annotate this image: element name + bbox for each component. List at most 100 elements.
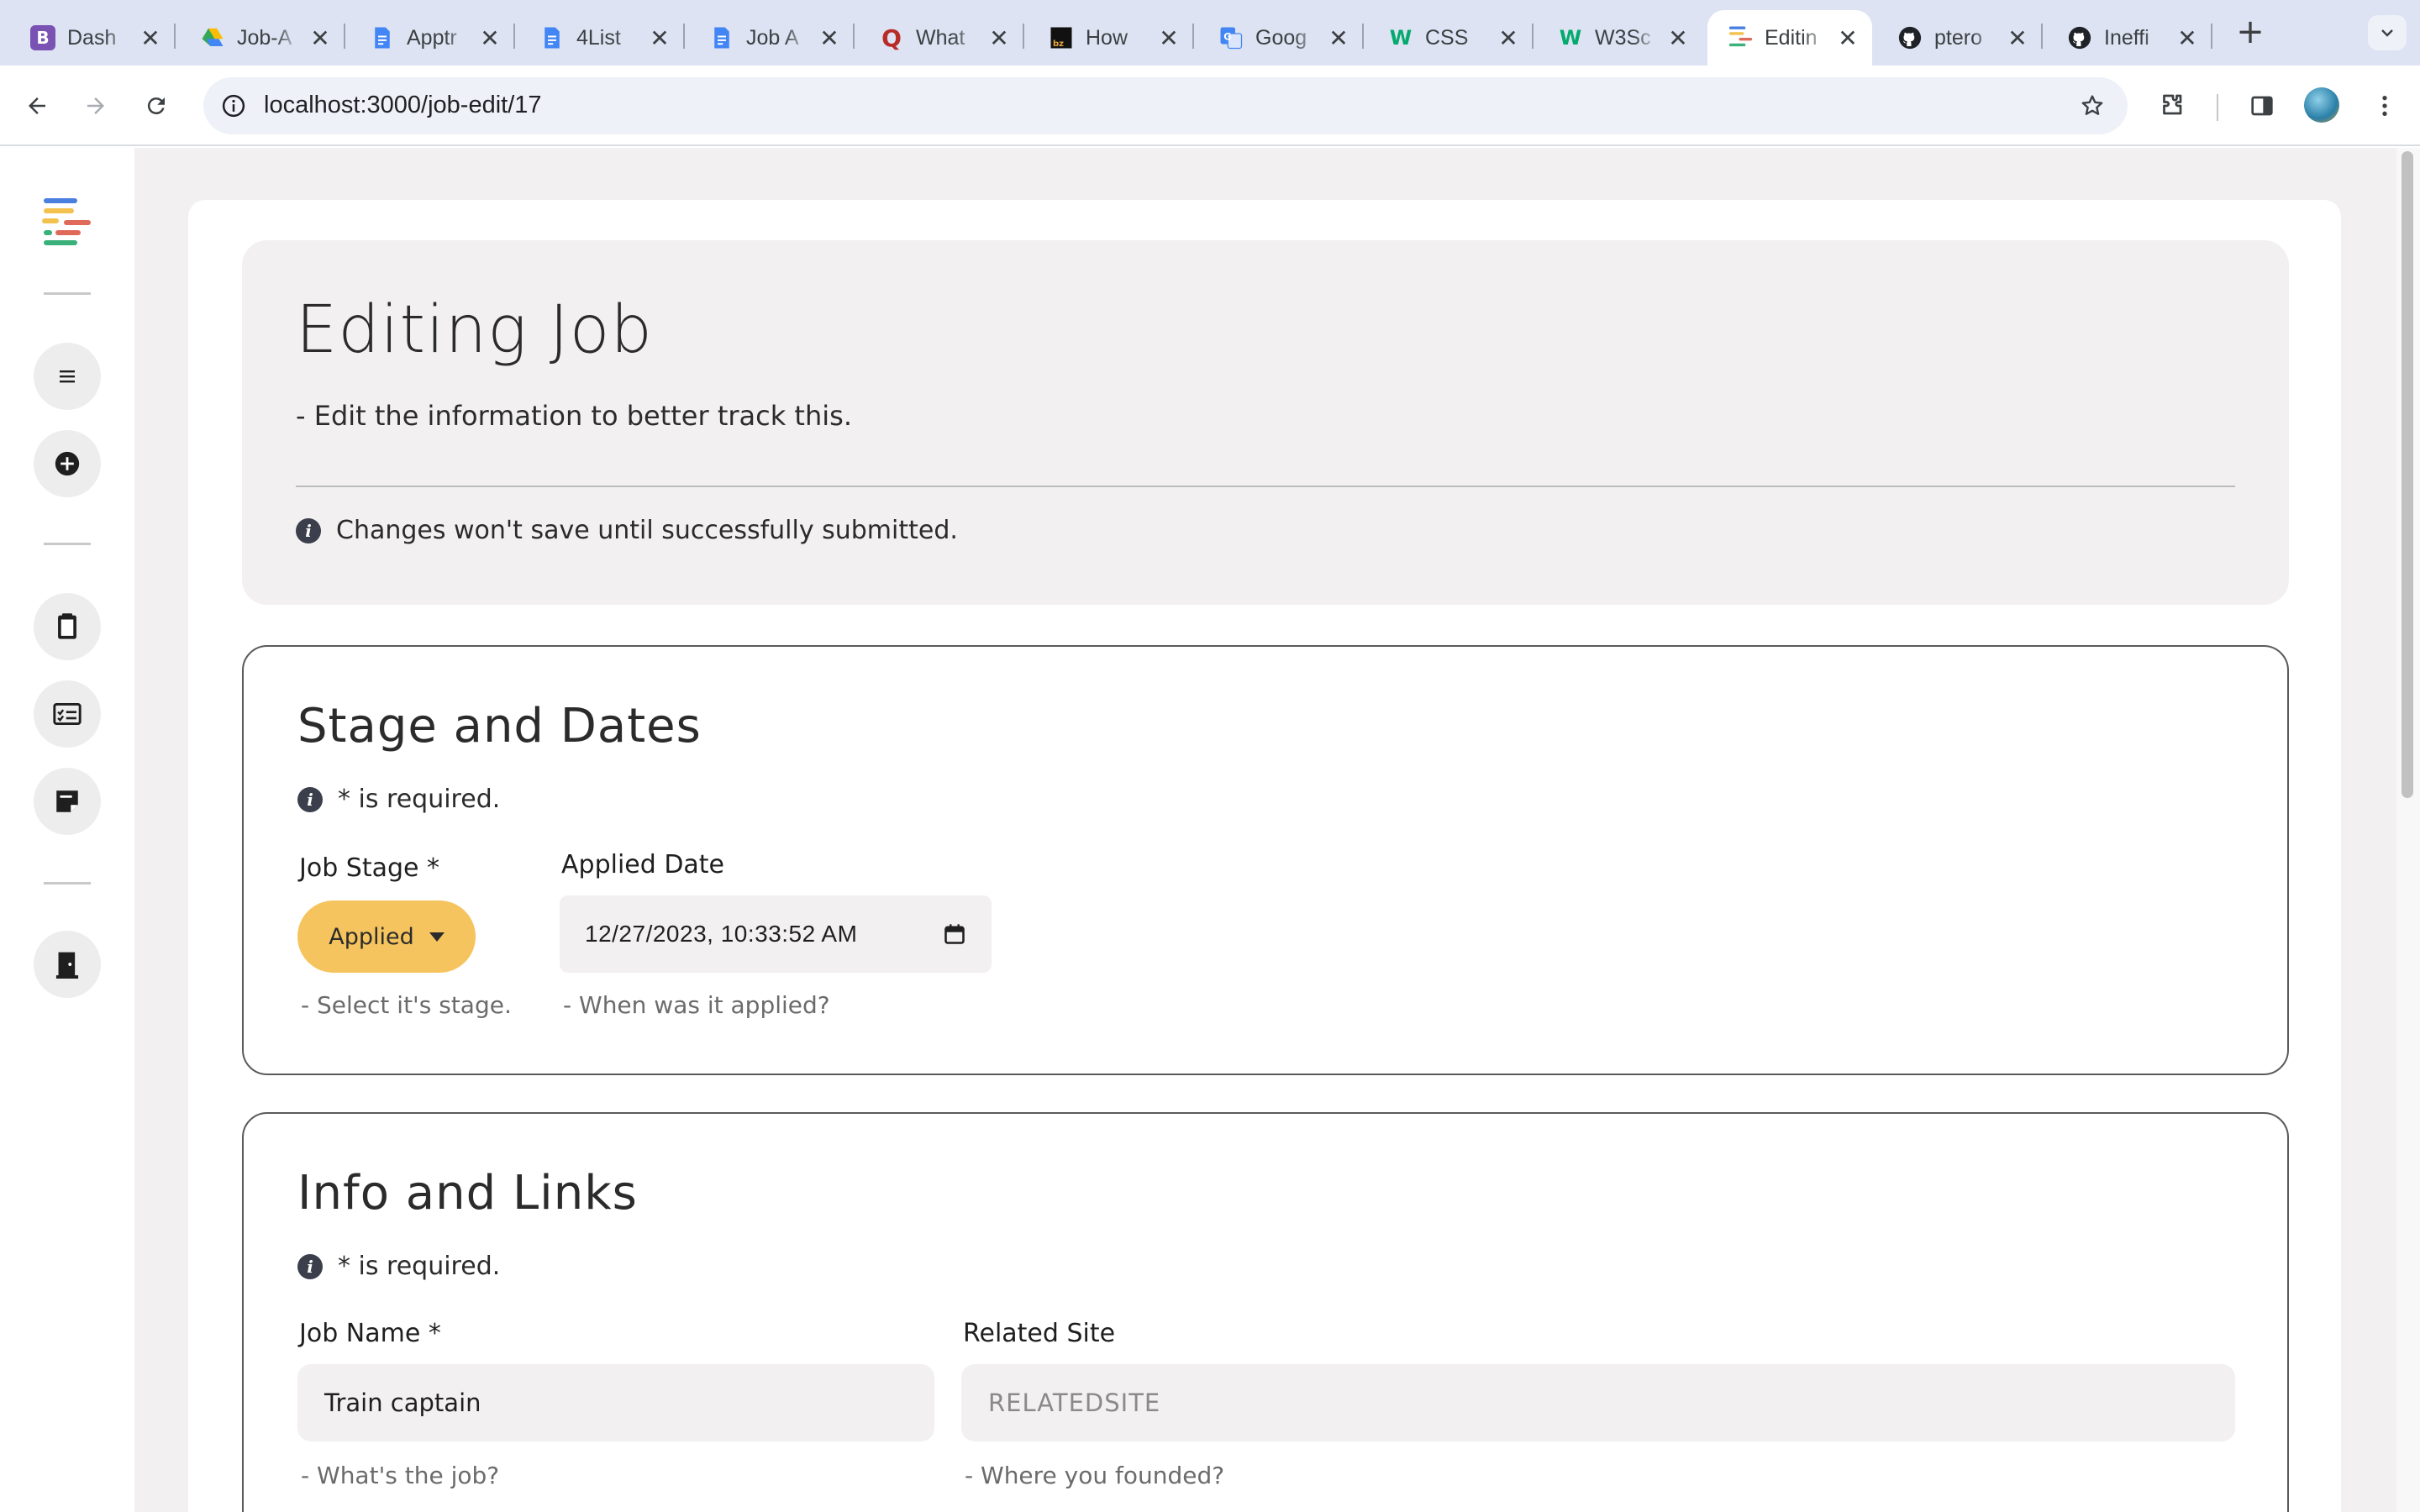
github-icon	[1897, 25, 1923, 50]
tab-separator	[344, 24, 345, 49]
header-panel: Editing Job - Edit the information to be…	[242, 240, 2289, 605]
tab-close-icon[interactable]: ✕	[308, 24, 333, 52]
sidebar-item-clipboard[interactable]	[34, 593, 101, 660]
required-note-text: * is required.	[338, 1252, 501, 1281]
profile-avatar[interactable]	[2304, 87, 2339, 123]
extensions-button[interactable]	[2149, 82, 2196, 129]
svg-text:bz: bz	[1053, 39, 1064, 49]
section-title: Info and Links	[297, 1166, 638, 1221]
tab-close-icon[interactable]: ✕	[2005, 24, 2030, 52]
sidebar-item-list[interactable]	[34, 343, 101, 410]
browser-tab[interactable]: Ineffi ✕	[2047, 10, 2212, 66]
job-name-input[interactable]: Train captain	[297, 1364, 934, 1441]
tab-separator	[853, 24, 855, 49]
tab-title: Goog	[1255, 25, 1307, 50]
tab-close-icon[interactable]: ✕	[1326, 24, 1351, 52]
new-tab-button[interactable]: +	[2232, 13, 2269, 51]
main-card: Editing Job - Edit the information to be…	[188, 200, 2341, 1512]
browser-menu-button[interactable]	[2361, 82, 2408, 129]
quora-icon: Q	[881, 24, 902, 52]
browser-tab[interactable]: 4List ✕	[519, 10, 685, 66]
info-icon: i	[296, 517, 321, 543]
back-arrow-icon	[29, 97, 45, 114]
forward-button[interactable]	[72, 82, 119, 129]
page-title: Editing Job	[296, 292, 653, 368]
svg-text:G: G	[1223, 32, 1231, 43]
browser-tab[interactable]: G Goog ✕	[1198, 10, 1364, 66]
reload-button[interactable]	[133, 82, 180, 129]
save-notice: i Changes won't save until successfully …	[296, 516, 958, 545]
bootstrap-icon: B	[30, 25, 55, 50]
browser-tab[interactable]: Apptr ✕	[350, 10, 515, 66]
browser-tab[interactable]: W W3Sc ✕	[1538, 10, 1702, 66]
tab-close-icon[interactable]: ✕	[1496, 24, 1521, 52]
tab-separator	[1192, 24, 1194, 49]
forward-arrow-icon	[87, 97, 104, 114]
tab-close-icon[interactable]: ✕	[817, 24, 842, 52]
tab-separator	[683, 24, 685, 49]
google-docs-icon	[370, 25, 395, 50]
header-divider	[296, 486, 2235, 487]
address-bar[interactable]: localhost:3000/job-edit/17	[203, 77, 2128, 134]
browser-tab[interactable]: bz How ✕	[1028, 10, 1194, 66]
calendar-icon[interactable]	[943, 922, 966, 946]
required-note: i * is required.	[297, 785, 500, 814]
sidebar-divider	[44, 292, 91, 295]
puzzle-icon	[2163, 94, 2182, 115]
add-circle-icon	[55, 451, 80, 476]
door-exit-icon	[55, 952, 79, 979]
sidebar-item-logout[interactable]	[34, 931, 101, 998]
tab-title: How	[1086, 25, 1128, 50]
applied-date-value: 12/27/2023, 10:33:52 AM	[585, 921, 858, 947]
tab-separator	[1362, 24, 1364, 49]
tab-close-icon[interactable]: ✕	[138, 24, 163, 52]
app-logo-icon	[1728, 25, 1753, 50]
browser-tab[interactable]: B Dash ✕	[10, 10, 176, 66]
scrollbar-thumb[interactable]	[2402, 151, 2413, 798]
tab-title: Dash	[67, 25, 117, 50]
tab-close-icon[interactable]: ✕	[1665, 24, 1691, 52]
page-scrollbar[interactable]	[2396, 148, 2420, 1512]
job-stage-dropdown[interactable]: Applied	[297, 900, 476, 973]
bookmark-star-icon[interactable]	[2074, 87, 2111, 124]
tab-close-icon[interactable]: ✕	[2175, 24, 2200, 52]
back-button[interactable]	[13, 82, 60, 129]
caret-down-icon	[429, 932, 445, 942]
tab-separator	[2041, 24, 2043, 49]
url-text[interactable]: localhost:3000/job-edit/17	[264, 92, 542, 119]
sidebar-item-add[interactable]	[34, 430, 101, 497]
browser-tab[interactable]: Job-A ✕	[180, 10, 345, 66]
toolbar-divider	[2217, 94, 2218, 121]
tab-separator	[1023, 24, 1024, 49]
list-icon	[60, 370, 75, 383]
tab-close-icon[interactable]: ✕	[477, 24, 502, 52]
page-viewport: Editing Job - Edit the information to be…	[0, 148, 2420, 1512]
side-panel-icon	[2251, 96, 2273, 116]
sidebar-item-form[interactable]	[34, 680, 101, 748]
tab-close-icon[interactable]: ✕	[1835, 24, 1860, 52]
sticky-note-icon	[56, 790, 78, 812]
tab-close-icon[interactable]: ✕	[986, 24, 1012, 52]
reload-icon	[147, 97, 165, 115]
google-drive-icon	[200, 25, 225, 50]
sidebar-item-notes[interactable]	[34, 768, 101, 835]
required-note-text: * is required.	[338, 785, 501, 814]
clipboard-icon	[58, 613, 76, 639]
tab-search-button[interactable]	[2368, 15, 2407, 50]
section-title: Stage and Dates	[297, 699, 702, 753]
tab-close-icon[interactable]: ✕	[1156, 24, 1181, 52]
tab-title: Job-A	[237, 25, 292, 50]
browser-tab[interactable]: W CSS ✕	[1368, 10, 1534, 66]
sidebar	[0, 148, 134, 1512]
site-info-icon[interactable]	[215, 87, 252, 124]
tab-close-icon[interactable]: ✕	[647, 24, 672, 52]
applied-date-input[interactable]: 12/27/2023, 10:33:52 AM	[560, 895, 992, 973]
browser-tab[interactable]: Q What ✕	[859, 10, 1024, 66]
tab-title: CSS	[1425, 25, 1469, 50]
browser-tab[interactable]: Job A ✕	[689, 10, 855, 66]
related-site-input[interactable]: RELATEDSITE	[961, 1364, 2235, 1441]
side-panel-button[interactable]	[2238, 82, 2286, 129]
browser-tab[interactable]: Editin ✕	[1707, 10, 1872, 66]
google-translate-icon: G	[1218, 25, 1244, 50]
browser-tab[interactable]: ptero ✕	[1877, 10, 2043, 66]
